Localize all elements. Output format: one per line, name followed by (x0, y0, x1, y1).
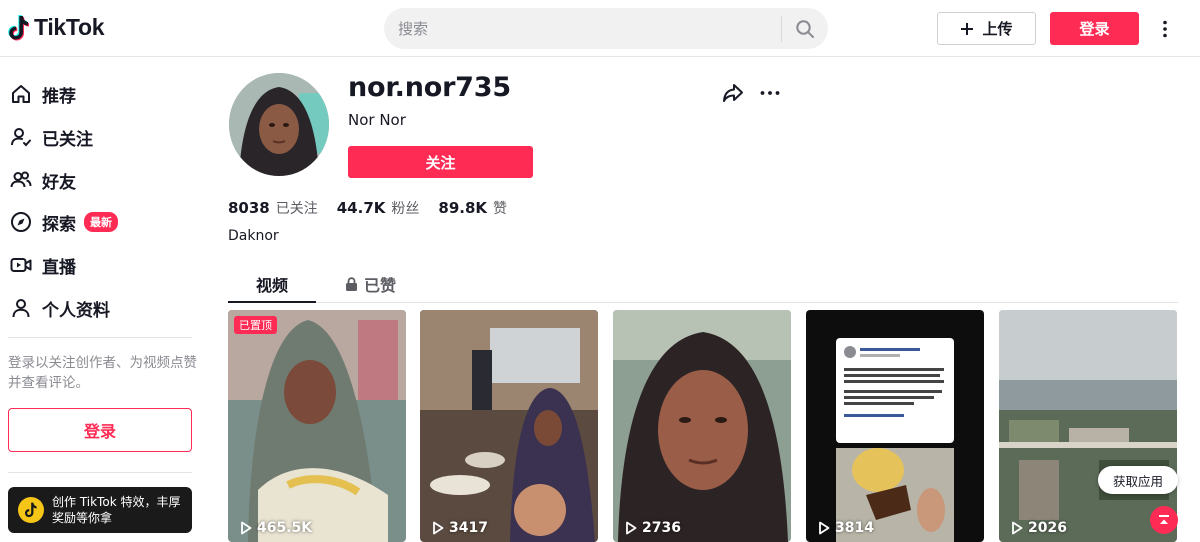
tab-liked[interactable]: 已赞 (345, 266, 396, 302)
profile-nickname: Nor Nor (348, 111, 406, 129)
horizontal-dots-icon (760, 91, 780, 95)
following-icon (10, 126, 32, 148)
sidebar-item-label: 个人资料 (42, 300, 110, 321)
view-count: 2736 (625, 520, 681, 536)
profile-avatar (229, 73, 329, 176)
stat-label: 已关注 (275, 201, 318, 217)
creator-coin-icon (18, 497, 44, 523)
view-count-value: 3814 (835, 520, 874, 536)
get-app-button[interactable]: 获取应用 (1098, 466, 1178, 494)
home-icon (10, 83, 32, 105)
upload-button[interactable]: 上传 (937, 12, 1036, 45)
stat-followers[interactable]: 44.7K 粉丝 (337, 198, 420, 218)
view-count: 3814 (818, 520, 874, 536)
compass-icon (10, 211, 32, 233)
video-thumbnail (228, 310, 406, 542)
profile-more-button[interactable] (757, 80, 783, 106)
stat-likes: 89.8K 赞 (438, 198, 507, 218)
sidebar-item-live[interactable]: 直播 (10, 250, 76, 280)
video-card[interactable]: 2736 (613, 310, 791, 542)
scroll-to-top-button[interactable] (1150, 506, 1178, 534)
play-icon (241, 521, 252, 535)
video-thumbnail (613, 310, 791, 542)
profile-tabs: 视频 已赞 (228, 266, 1178, 303)
plus-icon (961, 22, 974, 35)
sidebar-item-for-you[interactable]: 推荐 (10, 79, 76, 109)
sidebar: 推荐 已关注 好友 探索 最新 直播 个人资料 登录以关注创作者、为视频点赞并查… (0, 57, 210, 542)
play-icon (819, 521, 830, 535)
profile-stats: 8038 已关注 44.7K 粉丝 89.8K 赞 (228, 198, 507, 218)
header-login-button[interactable]: 登录 (1050, 12, 1139, 45)
login-hint-text: 登录以关注创作者、为视频点赞并查看评论。 (8, 355, 197, 391)
search-bar (384, 8, 828, 49)
stat-label: 赞 (493, 201, 508, 217)
follow-button[interactable]: 关注 (348, 146, 533, 178)
stat-value: 44.7K (336, 199, 386, 217)
friends-icon (10, 169, 32, 191)
view-count: 3417 (432, 520, 488, 536)
sidebar-item-explore[interactable]: 探索 最新 (10, 207, 118, 237)
sidebar-item-label: 推荐 (42, 86, 76, 107)
profile-username: nor.nor735 (348, 72, 511, 103)
view-count: 465.5K (240, 520, 312, 536)
video-grid: 已置顶 465.5K 3417 2736 3814 2026 (228, 310, 1180, 542)
share-icon (723, 84, 743, 102)
stat-following[interactable]: 8038 已关注 (228, 198, 318, 218)
view-count: 2026 (1011, 520, 1067, 536)
new-badge: 最新 (84, 212, 118, 232)
search-input[interactable] (384, 8, 781, 49)
sidebar-login-button[interactable]: 登录 (8, 408, 192, 452)
stat-value: 89.8K (438, 199, 488, 217)
sidebar-item-label: 好友 (42, 172, 76, 193)
lock-icon (346, 277, 357, 291)
more-menu-button[interactable] (1155, 14, 1175, 44)
view-count-value: 2026 (1028, 520, 1067, 536)
upload-label: 上传 (982, 20, 1013, 38)
stat-value: 8038 (228, 199, 270, 217)
arrow-up-icon (1159, 515, 1169, 524)
sidebar-item-label: 已关注 (42, 129, 93, 150)
video-card[interactable]: 3814 (806, 310, 984, 542)
tab-videos[interactable]: 视频 (228, 266, 316, 303)
sidebar-item-following[interactable]: 已关注 (10, 122, 93, 152)
profile-icon (10, 297, 32, 319)
play-icon (626, 521, 637, 535)
sidebar-divider (8, 472, 192, 473)
video-card[interactable]: 已置顶 465.5K (228, 310, 406, 542)
view-count-value: 3417 (449, 520, 488, 536)
creator-banner-text: 创作 TikTok 特效，丰厚奖励等你拿 (52, 495, 181, 525)
sidebar-item-friends[interactable]: 好友 (10, 165, 76, 195)
video-thumbnail (806, 310, 984, 542)
video-card[interactable]: 3417 (420, 310, 598, 542)
tiktok-logo-icon (8, 14, 30, 41)
share-button[interactable] (720, 80, 746, 106)
play-icon (433, 521, 444, 535)
tab-liked-label: 已赞 (364, 276, 397, 295)
stat-label: 粉丝 (391, 201, 420, 217)
live-icon (10, 254, 32, 276)
top-header: TikTok 上传 登录 (0, 0, 1200, 57)
sidebar-item-label: 探索 (42, 214, 76, 235)
video-card[interactable]: 2026 (999, 310, 1177, 542)
sidebar-item-profile[interactable]: 个人资料 (10, 293, 110, 323)
logo-text: TikTok (34, 14, 105, 40)
tiktok-logo[interactable]: TikTok (8, 14, 105, 41)
search-icon (796, 19, 814, 38)
video-thumbnail (420, 310, 598, 542)
sidebar-item-label: 直播 (42, 257, 76, 278)
creator-effects-banner[interactable]: 创作 TikTok 特效，丰厚奖励等你拿 (8, 487, 192, 533)
profile-bio: Daknor (228, 228, 279, 244)
search-button[interactable] (782, 8, 828, 49)
sidebar-divider (8, 337, 192, 338)
play-icon (1012, 521, 1023, 535)
view-count-value: 2736 (642, 520, 681, 536)
view-count-value: 465.5K (257, 520, 313, 536)
vertical-dots-icon (1163, 20, 1167, 38)
video-thumbnail (999, 310, 1177, 542)
pinned-badge: 已置顶 (234, 316, 277, 334)
